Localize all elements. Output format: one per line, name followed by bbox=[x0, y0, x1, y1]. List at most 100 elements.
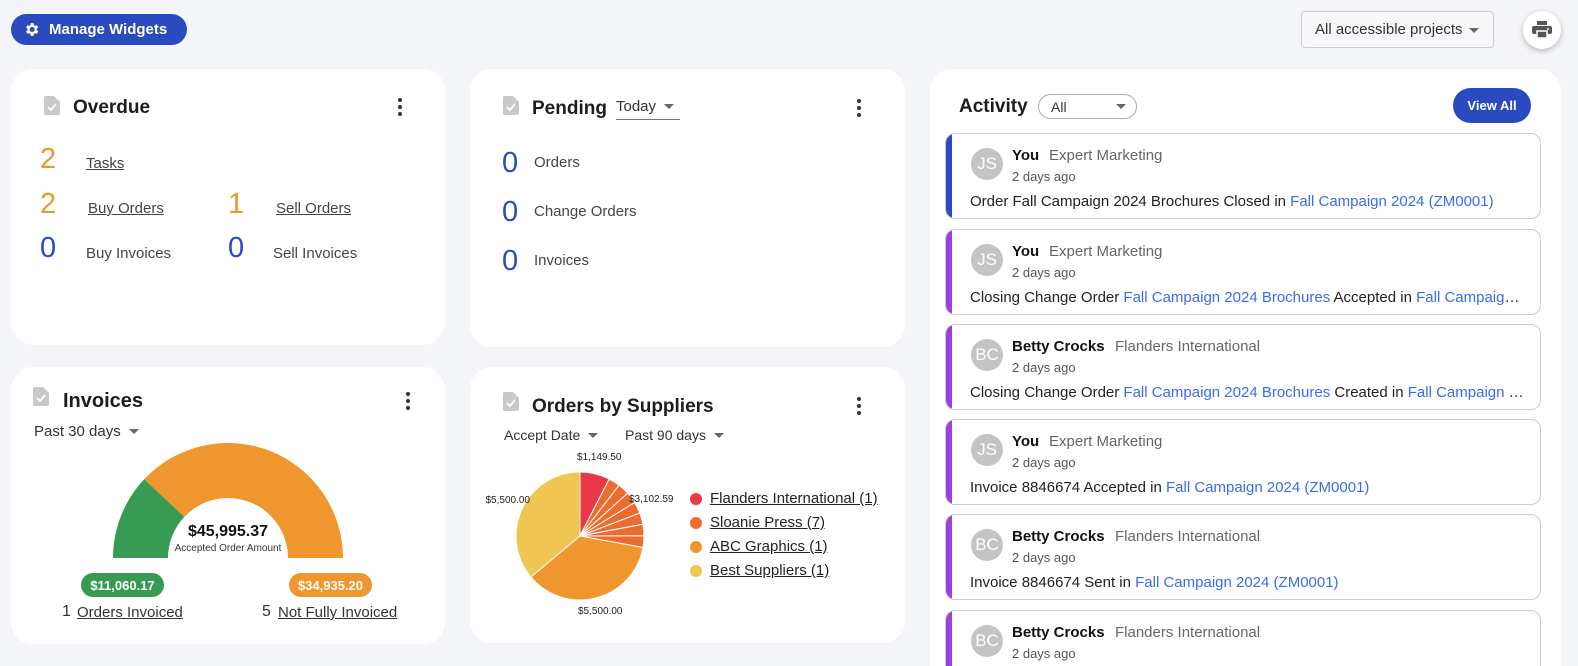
activity-order-link[interactable]: Fall Campaign 2024 Brochures bbox=[1123, 289, 1330, 306]
project-filter-value: All accessible projects bbox=[1315, 21, 1463, 38]
activity-message-text: Created in bbox=[1330, 384, 1408, 401]
activity-item[interactable]: BC Betty Crocks Flanders International 2 da… bbox=[945, 610, 1541, 666]
activity-timestamp: 2 days ago bbox=[1012, 455, 1076, 470]
tasks-link[interactable]: Tasks bbox=[86, 155, 124, 172]
invoices-period-select[interactable]: Past 30 days bbox=[34, 423, 139, 440]
legend-item[interactable]: ABC Graphics (1) bbox=[690, 538, 828, 555]
orders-by-suppliers-menu-icon[interactable] bbox=[856, 397, 862, 415]
legend-dot bbox=[690, 492, 702, 505]
activity-message-text: Closing Change Order bbox=[970, 384, 1124, 401]
buy-orders-link[interactable]: Buy Orders bbox=[88, 200, 164, 217]
activity-project-link[interactable]: Fall Campaign 2024 (ZM0001) bbox=[1166, 479, 1369, 496]
legend-item[interactable]: Best Suppliers (1) bbox=[690, 562, 829, 579]
pending-orders-label: Orders bbox=[534, 154, 580, 171]
pie-label-right: $3,102.59 bbox=[629, 494, 674, 505]
activity-status-bar bbox=[946, 134, 952, 218]
manage-widgets-button[interactable]: Manage Widgets bbox=[11, 14, 187, 45]
activity-project-link[interactable]: Fall Campaign 2024 (ZM0001) bbox=[1408, 384, 1526, 401]
sell-invoices-count: 0 bbox=[228, 232, 245, 264]
legend-label[interactable]: ABC Graphics (1) bbox=[710, 538, 828, 555]
invoices-menu-icon[interactable] bbox=[405, 392, 411, 410]
activity-message-text: Invoice 8846674 Accepted in bbox=[970, 479, 1166, 496]
activity-filter-value: All bbox=[1051, 98, 1067, 115]
activity-message: Closing Change Order Fall Campaign 2024 … bbox=[970, 289, 1526, 306]
invoices-title: Invoices bbox=[63, 390, 144, 412]
chevron-down-icon bbox=[128, 429, 139, 434]
invoices-period-value: Past 30 days bbox=[34, 423, 121, 440]
activity-project-link[interactable]: Fall Campaign 2024 (ZM0001) bbox=[1416, 289, 1526, 306]
avatar: JS bbox=[971, 148, 1003, 180]
activity-user: Betty Crocks bbox=[1012, 528, 1105, 545]
print-button[interactable] bbox=[1523, 11, 1561, 49]
activity-user: Betty Crocks bbox=[1012, 338, 1105, 355]
project-filter-select[interactable]: All accessible projects bbox=[1301, 11, 1494, 48]
activity-status-bar bbox=[946, 515, 952, 599]
pending-period-value: Today bbox=[616, 98, 657, 115]
pending-change-orders-label: Change Orders bbox=[534, 203, 637, 220]
activity-item[interactable]: BC Betty Crocks Flanders International 2 da… bbox=[945, 514, 1541, 600]
activity-message: Closing Change Order Fall Campaign 2024 … bbox=[970, 384, 1526, 401]
sell-orders-count: 1 bbox=[228, 188, 245, 220]
activity-message-text: Closing Change Order bbox=[970, 289, 1124, 306]
chevron-down-icon bbox=[1469, 28, 1479, 33]
activity-user: You bbox=[1012, 433, 1040, 450]
pie-label-bottom: $5,500.00 bbox=[578, 606, 623, 617]
pending-invoices-label: Invoices bbox=[534, 252, 590, 269]
tasks-count: 2 bbox=[40, 143, 57, 175]
activity-status-bar bbox=[946, 325, 952, 409]
avatar: BC bbox=[971, 625, 1003, 657]
orders-by-suppliers-title: Orders by Suppliers bbox=[532, 396, 714, 417]
activity-company: Flanders International bbox=[1115, 624, 1261, 641]
activity-item[interactable]: JS You Expert Marketing 2 days ago Invoice 8… bbox=[945, 419, 1541, 505]
activity-filter-select[interactable]: All bbox=[1038, 94, 1137, 119]
legend-label[interactable]: Best Suppliers (1) bbox=[710, 562, 829, 579]
accept-date-value: Accept Date bbox=[504, 427, 581, 443]
legend-label[interactable]: Sloanie Press (7) bbox=[710, 514, 825, 531]
activity-status-bar bbox=[946, 611, 952, 666]
sell-orders-link[interactable]: Sell Orders bbox=[276, 200, 351, 217]
activity-item[interactable]: JS You Expert Marketing 2 days ago Closing C… bbox=[945, 229, 1541, 315]
activity-timestamp: 2 days ago bbox=[1012, 550, 1076, 565]
legend-item[interactable]: Sloanie Press (7) bbox=[690, 514, 825, 531]
pending-menu-icon[interactable] bbox=[856, 99, 862, 117]
pending-change-orders-count: 0 bbox=[502, 196, 519, 228]
activity-title: Activity bbox=[959, 96, 1028, 117]
document-icon bbox=[503, 96, 519, 115]
activity-item[interactable]: JS You Expert Marketing 2 days ago Order Fal… bbox=[945, 133, 1541, 219]
suppliers-period-select[interactable]: Past 90 days bbox=[625, 427, 724, 443]
pending-title: Pending bbox=[532, 98, 607, 119]
orders-invoiced-link[interactable]: Orders Invoiced bbox=[77, 604, 183, 621]
chevron-down-icon bbox=[713, 432, 724, 438]
not-fully-invoiced-link[interactable]: Not Fully Invoiced bbox=[278, 604, 397, 621]
invoiced-amount-badge: $11,060.17 bbox=[81, 573, 164, 597]
activity-project-link[interactable]: Fall Campaign 2024 (ZM0001) bbox=[1290, 193, 1493, 210]
pie-label-left: $5,500.00 bbox=[485, 495, 531, 506]
activity-order-link[interactable]: Fall Campaign 2024 Brochures bbox=[1123, 384, 1330, 401]
buy-invoices-label: Buy Invoices bbox=[86, 245, 172, 262]
activity-company: Flanders International bbox=[1115, 528, 1261, 545]
suppliers-period-value: Past 90 days bbox=[625, 427, 706, 443]
activity-message-text: Invoice 8846674 Sent in bbox=[970, 574, 1136, 591]
orders-invoiced-count: 1 bbox=[62, 603, 71, 620]
suppliers-pie-chart bbox=[515, 471, 645, 601]
activity-item[interactable]: BC Betty Crocks Flanders International 2 da… bbox=[945, 324, 1541, 410]
avatar: JS bbox=[971, 244, 1003, 276]
not-invoiced-amount-badge: $34,935.20 bbox=[289, 573, 372, 597]
legend-item[interactable]: Flanders International (1) bbox=[690, 490, 878, 507]
chevron-down-icon bbox=[664, 104, 675, 109]
legend-dot bbox=[690, 540, 702, 553]
view-all-button[interactable]: View All bbox=[1453, 88, 1531, 123]
activity-user: You bbox=[1012, 147, 1040, 164]
legend-label[interactable]: Flanders International (1) bbox=[710, 490, 878, 507]
activity-project-link[interactable]: Fall Campaign 2024 (ZM0001) bbox=[1135, 574, 1338, 591]
activity-message: Invoice 8846674 Sent in Fall Campaign 20… bbox=[970, 574, 1526, 591]
avatar: JS bbox=[971, 434, 1003, 466]
printer-icon bbox=[1532, 21, 1552, 39]
avatar: BC bbox=[971, 529, 1003, 561]
overdue-menu-icon[interactable] bbox=[397, 98, 403, 116]
activity-timestamp: 2 days ago bbox=[1012, 646, 1076, 661]
pending-period-select[interactable]: Today bbox=[616, 98, 680, 120]
activity-timestamp: 2 days ago bbox=[1012, 265, 1076, 280]
accept-date-select[interactable]: Accept Date bbox=[504, 427, 599, 443]
chevron-down-icon bbox=[588, 432, 599, 438]
